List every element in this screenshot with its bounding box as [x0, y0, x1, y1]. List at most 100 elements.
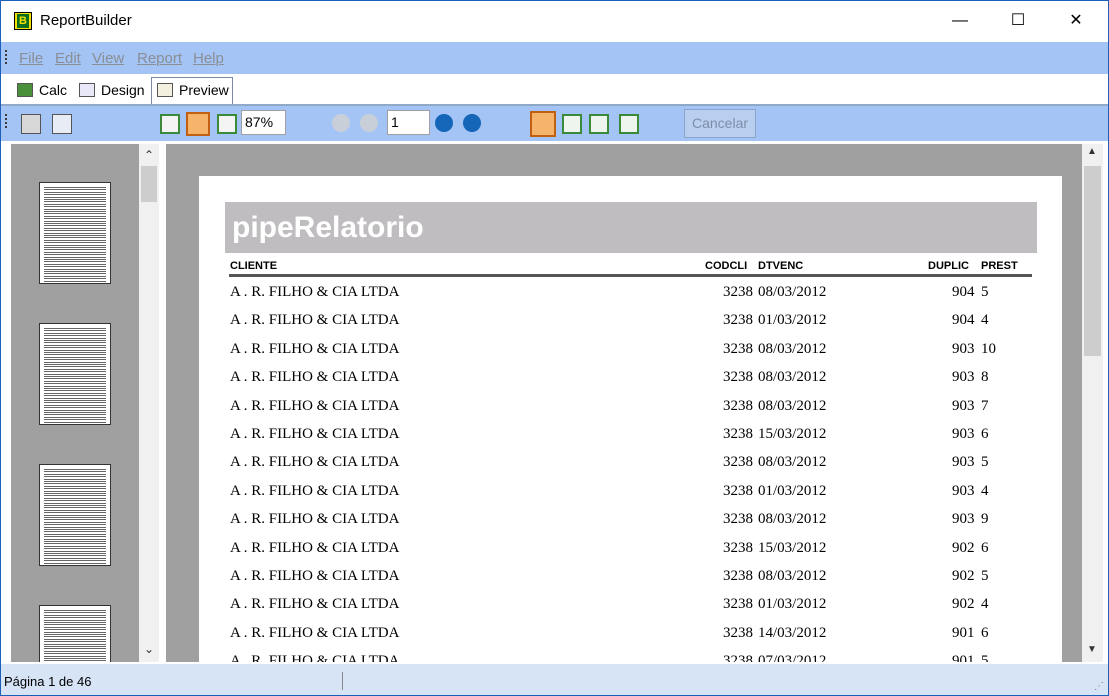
- menu-report[interactable]: Report: [137, 50, 182, 67]
- page-thumbnail[interactable]: [39, 182, 111, 284]
- scroll-down-icon[interactable]: ⌄: [139, 642, 159, 656]
- continuous-page-icon[interactable]: [562, 114, 582, 134]
- tab-strip: Calc Design Preview: [1, 74, 1108, 106]
- cell-duplic: 903: [952, 482, 975, 499]
- page-thumbnail[interactable]: [39, 605, 111, 662]
- preview-toolbar: [1, 106, 1108, 141]
- table-row: A . R. FILHO & CIA LTDA 3238 01/03/2012 903…: [199, 483, 1062, 511]
- thumbnail-scrollbar[interactable]: ⌃ ⌄: [139, 144, 159, 662]
- column-header-cliente: CLIENTE: [230, 260, 278, 272]
- scroll-up-icon[interactable]: ▲: [1082, 146, 1102, 157]
- page-thumbnail[interactable]: [39, 323, 111, 425]
- close-button[interactable]: ✕: [1047, 1, 1105, 41]
- page-number-input[interactable]: 1: [387, 110, 430, 135]
- menu-help[interactable]: Help: [193, 50, 224, 67]
- app-icon: B: [14, 12, 32, 30]
- preview-scrollbar[interactable]: ▲ ▼: [1082, 144, 1103, 662]
- cell-dtvenc: 01/03/2012: [758, 596, 827, 613]
- zoom-input[interactable]: 87%: [241, 110, 286, 135]
- toolbar-grip-icon[interactable]: [5, 114, 8, 130]
- thumbnail-line: [44, 189, 106, 191]
- continuous-two-page-icon[interactable]: [619, 114, 639, 134]
- cell-dtvenc: 08/03/2012: [758, 568, 827, 584]
- title-bar[interactable]: B ReportBuilder — ☐ ✕: [1, 1, 1108, 41]
- thumbnail-line: [44, 356, 106, 358]
- two-page-icon[interactable]: [589, 114, 609, 134]
- thumbnail-line: [44, 622, 106, 623]
- cell-dtvenc: 07/03/2012: [758, 653, 827, 662]
- thumbnail-line: [44, 220, 106, 222]
- hundred-percent-icon[interactable]: [217, 114, 237, 134]
- thumbnail-line: [44, 203, 106, 205]
- thumbnail-line: [44, 557, 106, 559]
- scroll-down-icon[interactable]: ▼: [1082, 644, 1102, 655]
- thumbnail-line: [44, 634, 106, 635]
- tab-design[interactable]: Design: [79, 78, 145, 102]
- column-header-prest: PREST: [981, 260, 1018, 272]
- table-row: A . R. FILHO & CIA LTDA 3238 08/03/2012 903…: [199, 341, 1062, 369]
- thumbnail-line: [44, 273, 106, 275]
- thumbnail-line: [44, 636, 106, 638]
- table-row: A . R. FILHO & CIA LTDA 3238 07/03/2012 901…: [199, 653, 1062, 662]
- menu-edit[interactable]: Edit: [55, 50, 81, 67]
- thumbnail-line: [44, 225, 106, 227]
- thumbnail-line: [44, 330, 106, 332]
- cell-duplic: 901: [952, 653, 975, 662]
- whole-page-icon[interactable]: [160, 114, 180, 134]
- thumbnail-line: [44, 247, 106, 248]
- cell-cliente: A . R. FILHO & CIA LTDA: [230, 426, 400, 442]
- thumbnail-line: [44, 646, 106, 647]
- thumbnail-line: [44, 223, 106, 224]
- thumbnail-line: [44, 275, 106, 277]
- thumbnail-line: [44, 368, 106, 370]
- single-page-icon[interactable]: [530, 111, 556, 137]
- table-row: A . R. FILHO & CIA LTDA 3238 01/03/2012 902…: [199, 596, 1062, 624]
- first-page-icon[interactable]: [332, 114, 350, 132]
- scroll-up-icon[interactable]: ⌃: [139, 148, 159, 162]
- tab-calc[interactable]: Calc: [17, 78, 67, 102]
- thumbnail-line: [44, 495, 106, 497]
- menu-bar: File Edit View Report Help: [1, 42, 1108, 74]
- thumbnail-line: [44, 340, 106, 341]
- thumbnail-line: [44, 249, 106, 251]
- thumbnail-line: [44, 610, 106, 611]
- cell-codcli: 3238: [723, 482, 753, 499]
- thumbnail-line: [44, 242, 106, 244]
- page-width-icon[interactable]: [186, 112, 210, 136]
- print-icon[interactable]: [21, 114, 41, 134]
- cell-codcli: 3238: [723, 596, 753, 613]
- table-row: A . R. FILHO & CIA LTDA 3238 08/03/2012 904…: [199, 284, 1062, 312]
- cell-duplic: 903: [952, 454, 975, 471]
- menu-file[interactable]: File: [19, 50, 43, 67]
- thumbnail-line: [44, 653, 106, 655]
- print-to-file-icon[interactable]: [52, 114, 72, 134]
- cell-codcli: 3238: [723, 312, 753, 329]
- resize-grip-icon[interactable]: ⋰: [1094, 681, 1104, 692]
- previous-page-icon[interactable]: [360, 114, 378, 132]
- tab-preview[interactable]: Preview: [151, 77, 233, 104]
- minimize-button[interactable]: —: [931, 1, 989, 41]
- thumbnail-line: [44, 266, 106, 268]
- thumbnail-line: [44, 342, 106, 344]
- thumbnail-line: [44, 483, 106, 485]
- thumbnail-line: [44, 524, 106, 526]
- page-thumbnail[interactable]: [39, 464, 111, 566]
- maximize-button[interactable]: ☐: [989, 1, 1047, 41]
- last-page-icon[interactable]: [463, 114, 481, 132]
- cell-cliente: A . R. FILHO & CIA LTDA: [230, 568, 400, 584]
- thumbnail-line: [44, 378, 106, 380]
- thumbnail-line: [44, 500, 106, 502]
- cell-prest: 5: [981, 653, 989, 662]
- thumbnail-line: [44, 187, 106, 188]
- thumbnail-line: [44, 230, 106, 232]
- menu-view[interactable]: View: [92, 50, 124, 67]
- thumbnail-line: [44, 206, 106, 208]
- cell-dtvenc: 08/03/2012: [758, 511, 827, 528]
- thumbnail-scroll-thumb[interactable]: [141, 166, 157, 202]
- menu-grip-icon[interactable]: [5, 50, 8, 66]
- next-page-icon[interactable]: [435, 114, 453, 132]
- cancel-button[interactable]: Cancelar: [684, 109, 756, 138]
- thumbnail-line: [44, 251, 106, 253]
- table-row: A . R. FILHO & CIA LTDA 3238 15/03/2012 903…: [199, 426, 1062, 454]
- preview-scroll-thumb[interactable]: [1084, 166, 1101, 356]
